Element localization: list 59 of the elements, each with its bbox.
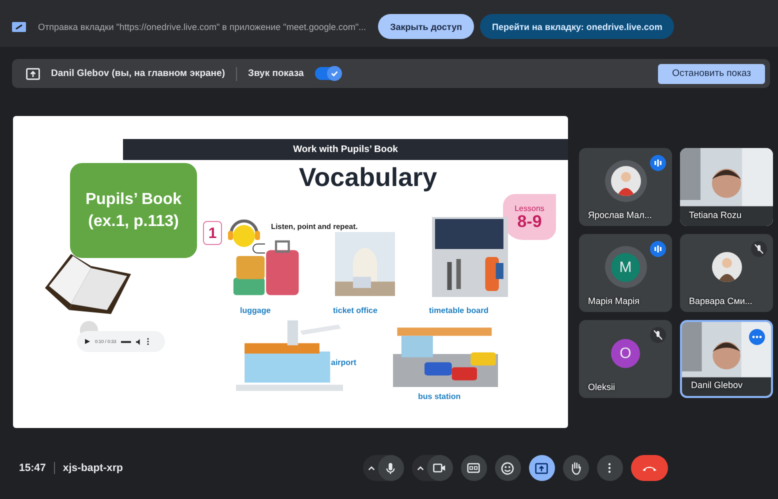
- volume-icon[interactable]: [136, 338, 142, 344]
- stop-sharing-button[interactable]: Закрыть доступ: [378, 14, 474, 39]
- sharing-message: Отправка вкладки "https://onedrive.live.com" в приложение "meet.google.com"...: [38, 22, 366, 32]
- participant-name: Tetiana Rozu: [689, 210, 742, 220]
- hand-icon[interactable]: [570, 461, 582, 475]
- word-label: luggage: [240, 306, 271, 315]
- word-label: timetable board: [429, 306, 489, 315]
- stop-presenting-button[interactable]: Остановить показ: [658, 64, 765, 84]
- captions-button[interactable]: [460, 455, 487, 481]
- chevron-up-icon[interactable]: [366, 464, 376, 472]
- check-icon[interactable]: [330, 69, 339, 78]
- more-options-icon[interactable]: [749, 329, 765, 345]
- participant-tile[interactable]: O Oleksii: [579, 320, 672, 398]
- smiley-icon[interactable]: [501, 462, 514, 474]
- microphone-icon[interactable]: [385, 462, 396, 474]
- chevron-up-icon[interactable]: [416, 464, 425, 472]
- camera-control[interactable]: [412, 455, 453, 481]
- hang-up-icon[interactable]: [640, 464, 658, 472]
- hand-button[interactable]: [562, 455, 589, 481]
- more-icon[interactable]: [147, 338, 150, 345]
- avatar-initial: M: [611, 252, 640, 282]
- word-label: airport: [331, 358, 356, 367]
- participant-name: Ярослав Мал...: [588, 210, 652, 220]
- end-button[interactable]: [630, 455, 668, 481]
- slide-title: Vocabulary: [298, 162, 438, 193]
- present-icon: [26, 68, 40, 80]
- participant-name: Марія Марія: [588, 296, 640, 306]
- camera-icon[interactable]: [433, 463, 446, 473]
- present-button[interactable]: [528, 455, 555, 481]
- avatar-initial: O: [611, 338, 640, 368]
- more-icon[interactable]: [608, 462, 612, 474]
- participant-name: Варвара Сми...: [689, 296, 752, 306]
- book-reference-text: Pupils’ Book: [85, 190, 182, 208]
- slide-header: Work with Pupils’ Book: [123, 139, 568, 160]
- audio-toggle[interactable]: [314, 67, 341, 80]
- lessons-label: Lessons: [514, 204, 544, 213]
- play-icon[interactable]: [85, 339, 90, 344]
- clock-time: 15:47: [19, 462, 46, 474]
- participant-tile[interactable]: Ярослав Мал...: [579, 148, 672, 226]
- emoji-button[interactable]: [494, 455, 521, 481]
- book-reference-text: (ex.1, p.113): [88, 212, 179, 230]
- participant-tile[interactable]: Tetiana Rozu: [680, 148, 773, 226]
- present-icon[interactable]: [535, 462, 548, 474]
- captions-icon[interactable]: [467, 463, 480, 473]
- audio-label: Звук показа: [248, 68, 304, 79]
- participant-name: Danil Glebov: [691, 380, 743, 390]
- lessons-number: 8-9: [517, 213, 542, 230]
- participant-tile[interactable]: M Марія Марія: [579, 234, 672, 312]
- meeting-code: xjs-bapt-xrp: [62, 462, 123, 474]
- word-label: ticket office: [333, 306, 378, 315]
- presenter-name: Danil Glebov (вы, на главном экране): [51, 68, 225, 79]
- switch-tab-button[interactable]: Перейти на вкладку: onedrive.live.com: [480, 14, 674, 39]
- word-label: bus station: [418, 392, 461, 401]
- participant-tile[interactable]: Варвара Сми...: [680, 234, 773, 312]
- microphone-control[interactable]: [362, 455, 404, 481]
- exercise-number: 1: [203, 221, 222, 245]
- participant-name: Oleksii: [588, 382, 616, 392]
- tab-icon: [12, 20, 26, 32]
- participant-tile[interactable]: Danil Glebov: [680, 320, 773, 398]
